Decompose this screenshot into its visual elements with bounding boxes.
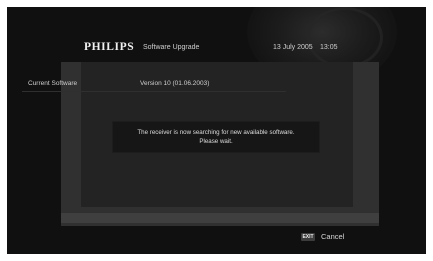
background-ring (307, 7, 383, 68)
please-wait-message: Please wait. (199, 138, 233, 145)
brand-logo: PHILIPS (84, 41, 135, 53)
screen-title: Software Upgrade (143, 44, 200, 51)
screen-header: PHILIPS Software Upgrade 13 July 2005 13… (84, 41, 354, 57)
exit-key-icon: EXIT (301, 233, 315, 241)
current-software-label: Current Software (28, 80, 78, 87)
search-message-box: The receiver is now searching for new av… (112, 121, 320, 153)
current-software-version: Version 10 (01.06.2003) (140, 80, 210, 87)
current-date: 13 July 2005 (273, 44, 313, 51)
search-message-line: The receiver is now searching for new av… (137, 129, 295, 136)
cancel-button[interactable]: EXIT Cancel (301, 232, 361, 244)
current-software-row: Current Software Version 10 (01.06.2003) (22, 79, 286, 92)
progress-bar-track (61, 213, 379, 223)
cancel-label: Cancel (321, 232, 345, 241)
current-time: 13:05 (320, 44, 338, 51)
